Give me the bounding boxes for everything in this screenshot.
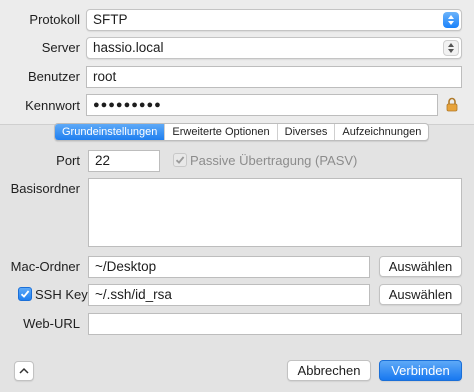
protokoll-label: Protokoll: [29, 12, 80, 27]
tab-grundeinstellungen[interactable]: Grundeinstellungen: [55, 124, 166, 140]
tab-diverses[interactable]: Diverses: [278, 124, 336, 140]
collapse-button[interactable]: [14, 361, 34, 381]
kennwort-label: Kennwort: [25, 98, 80, 113]
kennwort-input[interactable]: ●●●●●●●●●: [86, 94, 438, 116]
port-label: Port: [56, 153, 80, 168]
settings-tabbar: Grundeinstellungen Erweiterte Optionen D…: [54, 123, 430, 141]
server-value: hassio.local: [93, 40, 164, 55]
mac-ordner-input[interactable]: ~/Desktop: [88, 256, 370, 278]
benutzer-input[interactable]: root: [86, 66, 462, 88]
tab-erweiterte-optionen[interactable]: Erweiterte Optionen: [165, 124, 278, 140]
port-input[interactable]: 22: [88, 150, 160, 172]
basisordner-label: Basisordner: [10, 181, 80, 196]
web-url-label: Web-URL: [23, 316, 80, 331]
web-url-input[interactable]: [88, 313, 462, 335]
ssh-key-checkbox[interactable]: [18, 287, 32, 301]
chevron-up-icon: [19, 367, 29, 374]
mac-ordner-label: Mac-Ordner: [10, 259, 80, 274]
combobox-arrows-icon[interactable]: [443, 40, 459, 56]
basisordner-textarea[interactable]: [88, 178, 462, 247]
tab-aufzeichnungen[interactable]: Aufzeichnungen: [335, 124, 428, 140]
ssh-key-label: SSH Key: [35, 287, 88, 302]
server-label: Server: [41, 40, 80, 55]
ssh-key-input[interactable]: ~/.ssh/id_rsa: [88, 284, 370, 306]
checkmark-icon: [20, 290, 30, 298]
checkmark-icon: [175, 156, 185, 164]
lock-icon[interactable]: [446, 97, 458, 115]
protokoll-select[interactable]: SFTP: [86, 9, 462, 31]
benutzer-label: Benutzer: [27, 69, 80, 84]
pasv-checkbox[interactable]: [173, 153, 187, 167]
popup-arrows-icon: [443, 12, 459, 28]
connect-button[interactable]: Verbinden: [379, 360, 462, 381]
protokoll-value: SFTP: [93, 12, 128, 27]
mac-ordner-choose-button[interactable]: Auswählen: [379, 256, 462, 277]
server-combobox[interactable]: hassio.local: [86, 37, 462, 59]
cancel-button[interactable]: Abbrechen: [287, 360, 371, 381]
ssh-key-choose-button[interactable]: Auswählen: [379, 284, 462, 305]
pasv-label: Passive Übertragung (PASV): [190, 153, 358, 168]
